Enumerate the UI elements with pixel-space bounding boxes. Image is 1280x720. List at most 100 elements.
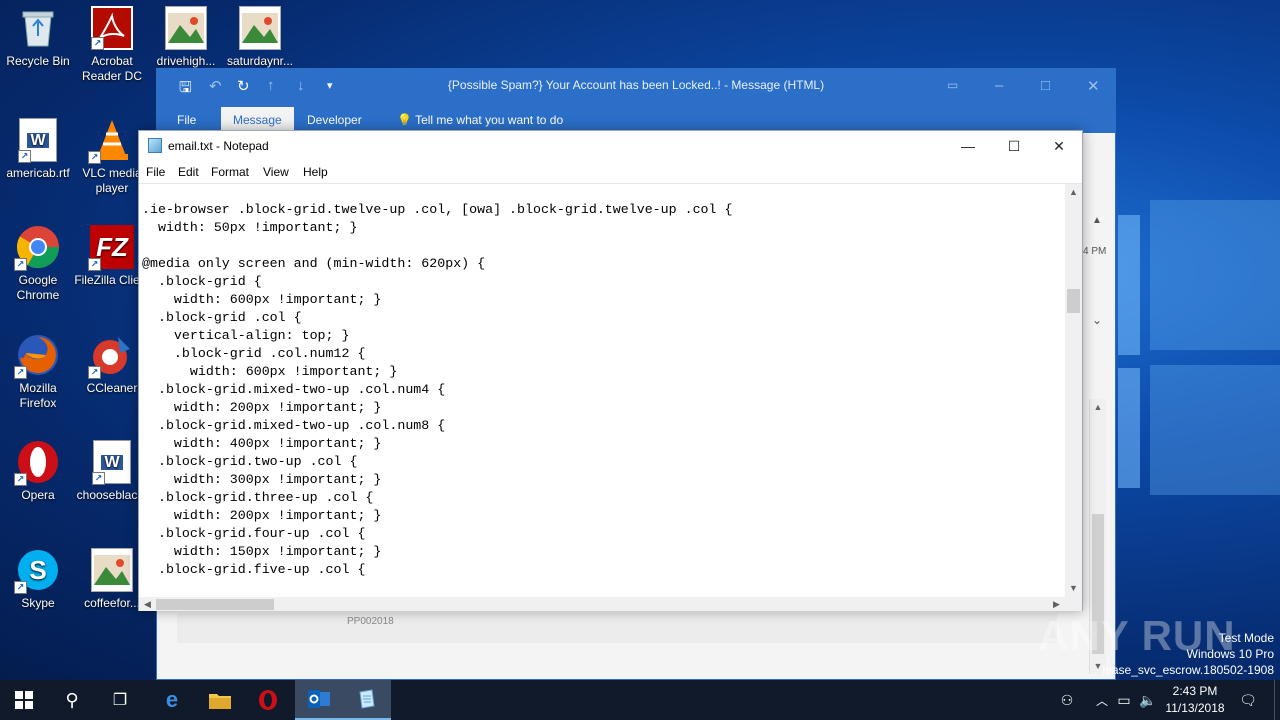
minimize-icon[interactable]: – bbox=[995, 77, 1003, 94]
build-string-label: lease_svc_escrow.180502-1908 bbox=[1102, 663, 1274, 677]
message-footer-strip bbox=[177, 613, 1057, 643]
tell-me-label: Tell me what you want to do bbox=[415, 113, 564, 127]
people-icon[interactable]: ⚇ bbox=[1055, 680, 1079, 720]
taskbar-notepad[interactable] bbox=[343, 680, 391, 720]
scroll-right-icon[interactable]: ▶ bbox=[1048, 597, 1065, 611]
scrollbar-corner bbox=[1065, 597, 1082, 611]
desktop-icon-label: americab.rtf bbox=[6, 166, 70, 180]
close-button[interactable]: ✕ bbox=[1036, 131, 1082, 161]
taskbar-outlook[interactable] bbox=[295, 680, 343, 720]
wallpaper-beam bbox=[1118, 215, 1140, 355]
scroll-down-icon[interactable]: ▼ bbox=[1065, 580, 1082, 597]
scroll-up-icon[interactable]: ▲ bbox=[1092, 215, 1102, 226]
outlook-title-bar[interactable]: 🖫 ↶ ↻ ↑ ↓ ▾ {Possible Spam?} Your Accoun… bbox=[157, 69, 1115, 101]
desktop-icon-label: drivehigh... bbox=[156, 54, 216, 68]
next-item-icon[interactable]: ↓ bbox=[297, 77, 305, 94]
menu-view[interactable]: View bbox=[263, 165, 289, 179]
action-center-icon[interactable]: 🗨 bbox=[1236, 680, 1260, 720]
shortcut-arrow-icon: ↗ bbox=[88, 258, 101, 271]
save-icon[interactable]: 🖫 bbox=[179, 77, 192, 102]
outlook-ribbon-tabs: File Message Developer 💡 Tell me what yo… bbox=[157, 101, 1115, 133]
menu-edit[interactable]: Edit bbox=[178, 165, 199, 179]
desktop-icon-skype[interactable]: S ↗ Skype bbox=[0, 548, 76, 611]
clock-time: 2:43 PM bbox=[1172, 684, 1218, 698]
desktop-icon-opera[interactable]: ↗ Opera bbox=[0, 440, 76, 503]
maximize-icon[interactable]: □ bbox=[1041, 77, 1050, 94]
close-icon: ✕ bbox=[1053, 137, 1065, 154]
shortcut-arrow-icon: ↗ bbox=[14, 581, 27, 594]
desktop-icon-acrobat[interactable]: ↗ Acrobat Reader DC bbox=[74, 6, 150, 84]
scroll-up-icon[interactable]: ▲ bbox=[1065, 184, 1082, 201]
minimize-icon: — bbox=[961, 138, 975, 154]
task-view-button[interactable]: ❐ bbox=[96, 680, 144, 720]
shortcut-arrow-icon: ↗ bbox=[88, 366, 101, 379]
desktop-icon-saturdaynr[interactable]: saturdaynr... bbox=[222, 6, 298, 69]
vertical-scroll-thumb[interactable] bbox=[1067, 289, 1080, 313]
scroll-left-icon[interactable]: ◀ bbox=[139, 597, 156, 611]
desktop-icon-label: Mozilla Firefox bbox=[19, 381, 57, 410]
search-button[interactable]: ⚲ bbox=[48, 680, 96, 720]
refresh-icon[interactable]: ↻ bbox=[237, 77, 250, 95]
network-icon[interactable]: ▭ bbox=[1114, 680, 1134, 720]
outlook-icon bbox=[308, 690, 330, 708]
edge-icon: e bbox=[165, 687, 179, 712]
clock-date: 11/13/2018 bbox=[1165, 701, 1225, 715]
notepad-vertical-scrollbar[interactable]: ▲ ▼ bbox=[1065, 184, 1082, 597]
close-icon[interactable]: ✕ bbox=[1087, 77, 1100, 95]
menu-file[interactable]: File bbox=[146, 165, 165, 179]
notepad-app-icon bbox=[148, 138, 162, 153]
taskbar-opera[interactable] bbox=[244, 680, 292, 720]
taskbar-file-explorer[interactable] bbox=[196, 680, 244, 720]
notepad-window[interactable]: email.txt - Notepad — ☐ ✕ File Edit Form… bbox=[138, 130, 1083, 611]
shortcut-arrow-icon: ↗ bbox=[14, 473, 27, 486]
taskbar-clock[interactable]: 2:43 PM 11/13/2018 bbox=[1160, 683, 1230, 717]
wallpaper-beam bbox=[1118, 368, 1140, 488]
ribbon-display-options-icon[interactable]: ▭ bbox=[947, 78, 958, 92]
desktop-icon-label: saturdaynr... bbox=[226, 54, 294, 68]
notepad-title-bar[interactable]: email.txt - Notepad — ☐ ✕ bbox=[139, 131, 1082, 161]
word-doc-icon: W ↗ bbox=[18, 118, 57, 163]
notepad-content: .ie-browser .block-grid.twelve-up .col, … bbox=[142, 202, 733, 577]
notepad-icon bbox=[359, 689, 375, 709]
word-doc-icon: W ↗ bbox=[92, 440, 131, 485]
desktop-icon-americab[interactable]: W ↗ americab.rtf bbox=[0, 118, 76, 181]
ccleaner-icon: ↗ bbox=[88, 333, 134, 379]
notepad-horizontal-scrollbar[interactable]: ◀ ▶ bbox=[139, 597, 1065, 611]
desktop-icon-label: Skype bbox=[21, 596, 55, 610]
folder-icon bbox=[209, 694, 231, 709]
menu-help[interactable]: Help bbox=[303, 165, 328, 179]
footer-code: PP002018 bbox=[347, 616, 394, 627]
minimize-button[interactable]: — bbox=[945, 131, 991, 161]
notepad-menu-bar: File Edit Format View Help bbox=[139, 161, 1082, 183]
volume-icon[interactable]: 🔈 bbox=[1138, 680, 1158, 720]
search-icon: ⚲ bbox=[65, 689, 79, 710]
desktop-icon-label: Acrobat Reader DC bbox=[81, 54, 143, 83]
show-hidden-icons-icon[interactable]: ︿ bbox=[1092, 680, 1112, 720]
taskbar-edge[interactable]: e bbox=[148, 680, 196, 720]
taskbar: ⚲ ❐ e ⚇ ︿ ▭ 🔈 2:43 PM 11/13/2018 🗨 bbox=[0, 680, 1280, 720]
desktop-icon-label: Google Chrome bbox=[16, 273, 60, 302]
start-button[interactable] bbox=[0, 680, 48, 720]
notepad-text-area[interactable]: .ie-browser .block-grid.twelve-up .col, … bbox=[139, 184, 1065, 597]
customize-toolbar-icon[interactable]: ▾ bbox=[327, 79, 333, 92]
image-file-icon bbox=[91, 548, 133, 592]
filezilla-icon: FZ ↗ bbox=[88, 225, 134, 271]
desktop-icon-recycle-bin[interactable]: Recycle Bin bbox=[0, 6, 76, 69]
maximize-button[interactable]: ☐ bbox=[991, 131, 1037, 161]
desktop-icon-chrome[interactable]: ↗ Google Chrome bbox=[0, 225, 76, 303]
desktop-icon-drivehigh[interactable]: drivehigh... bbox=[148, 6, 224, 69]
undo-icon[interactable]: ↶ bbox=[209, 77, 222, 95]
show-desktop-button[interactable] bbox=[1274, 680, 1280, 720]
desktop-icon-label: Recycle Bin bbox=[6, 54, 70, 68]
expand-header-icon[interactable]: ⌄ bbox=[1092, 313, 1102, 327]
scroll-up-icon[interactable]: ▲ bbox=[1090, 399, 1106, 415]
desktop-icon-firefox[interactable]: ↗ Mozilla Firefox bbox=[0, 333, 76, 411]
acrobat-icon: ↗ bbox=[91, 6, 133, 50]
menu-format[interactable]: Format bbox=[211, 165, 249, 179]
windows-logo-icon bbox=[15, 691, 33, 709]
desktop-icon-label: Opera bbox=[21, 488, 55, 502]
horizontal-scroll-thumb[interactable] bbox=[156, 599, 274, 610]
previous-item-icon[interactable]: ↑ bbox=[267, 77, 275, 94]
maximize-icon: ☐ bbox=[1007, 137, 1021, 154]
firefox-icon: ↗ bbox=[14, 333, 60, 379]
